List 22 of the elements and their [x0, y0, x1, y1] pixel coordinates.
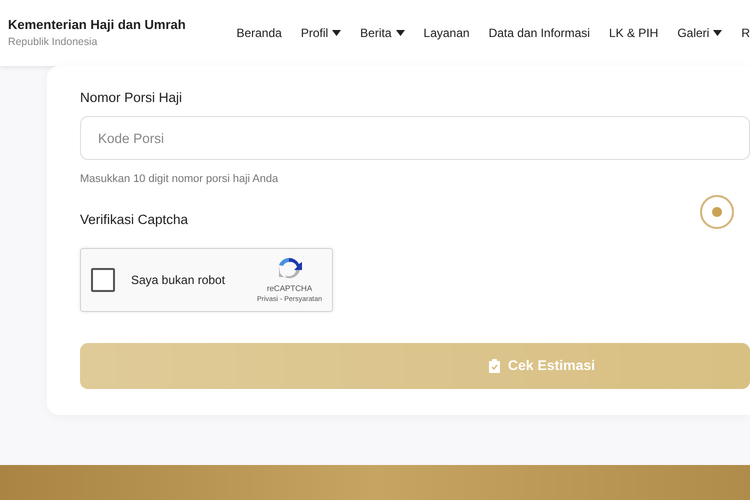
checkbox[interactable]: [91, 268, 115, 292]
nav-link[interactable]: Layanan: [424, 24, 470, 42]
caret-icon: [332, 30, 342, 36]
help-text: Masukkan 10 digit nomor porsi haji Anda: [80, 172, 280, 188]
nav-link[interactable]: Beranda: [236, 24, 282, 42]
nav-link[interactable]: Galeri: [677, 24, 722, 42]
field-label: Nomor Porsi Haji: [80, 89, 182, 107]
nav-link[interactable]: Berita: [360, 24, 405, 42]
input-field[interactable]: Kode Porsi: [80, 116, 750, 160]
field-label: Verifikasi Captcha: [80, 210, 188, 229]
site-subtitle: Republik Indonesia: [8, 34, 98, 50]
nav-link[interactable]: Profil: [300, 24, 342, 42]
captcha-text: Saya bukan robot: [131, 272, 226, 289]
nav-link[interactable]: Data dan Informasi: [488, 24, 590, 42]
nav-link[interactable]: R: [741, 24, 750, 42]
site-title: Kementerian Haji dan Umrah: [8, 16, 186, 34]
radio-icon: [700, 195, 734, 229]
nav-link[interactable]: LK & PIH: [608, 24, 658, 42]
recaptcha-brand: reCAPTCHA: [266, 282, 312, 294]
clipboard-check-icon: [488, 358, 500, 373]
caret-icon: [396, 30, 405, 36]
caret-icon: [713, 30, 722, 36]
